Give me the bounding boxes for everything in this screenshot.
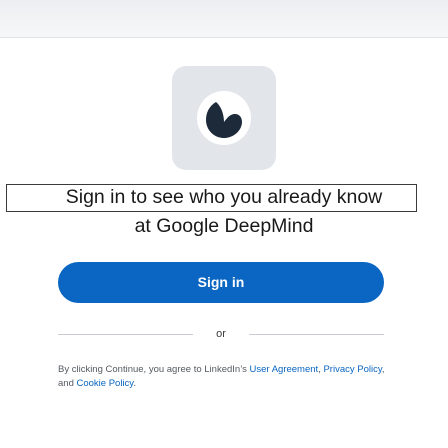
company-logo <box>172 66 276 170</box>
page-heading-line2: at Google DeepMind <box>134 215 314 237</box>
top-bar <box>0 0 448 38</box>
page-heading-line1: Sign in to see who you already know <box>65 186 383 208</box>
legal-suffix: . <box>133 378 136 389</box>
google-deepmind-logo-icon <box>197 91 251 145</box>
cookie-policy-link[interactable]: Cookie Policy <box>77 378 134 389</box>
user-agreement-link[interactable]: User Agreement <box>250 364 319 375</box>
legal-prefix: By clicking Continue, you agree to Linke… <box>58 364 250 375</box>
or-divider: or <box>58 327 384 341</box>
legal-notice: By clicking Continue, you agree to Linke… <box>58 363 388 391</box>
divider-line-right <box>249 334 384 335</box>
sign-in-button[interactable]: Sign in <box>58 262 384 303</box>
privacy-policy-link[interactable]: Privacy Policy <box>323 364 381 375</box>
